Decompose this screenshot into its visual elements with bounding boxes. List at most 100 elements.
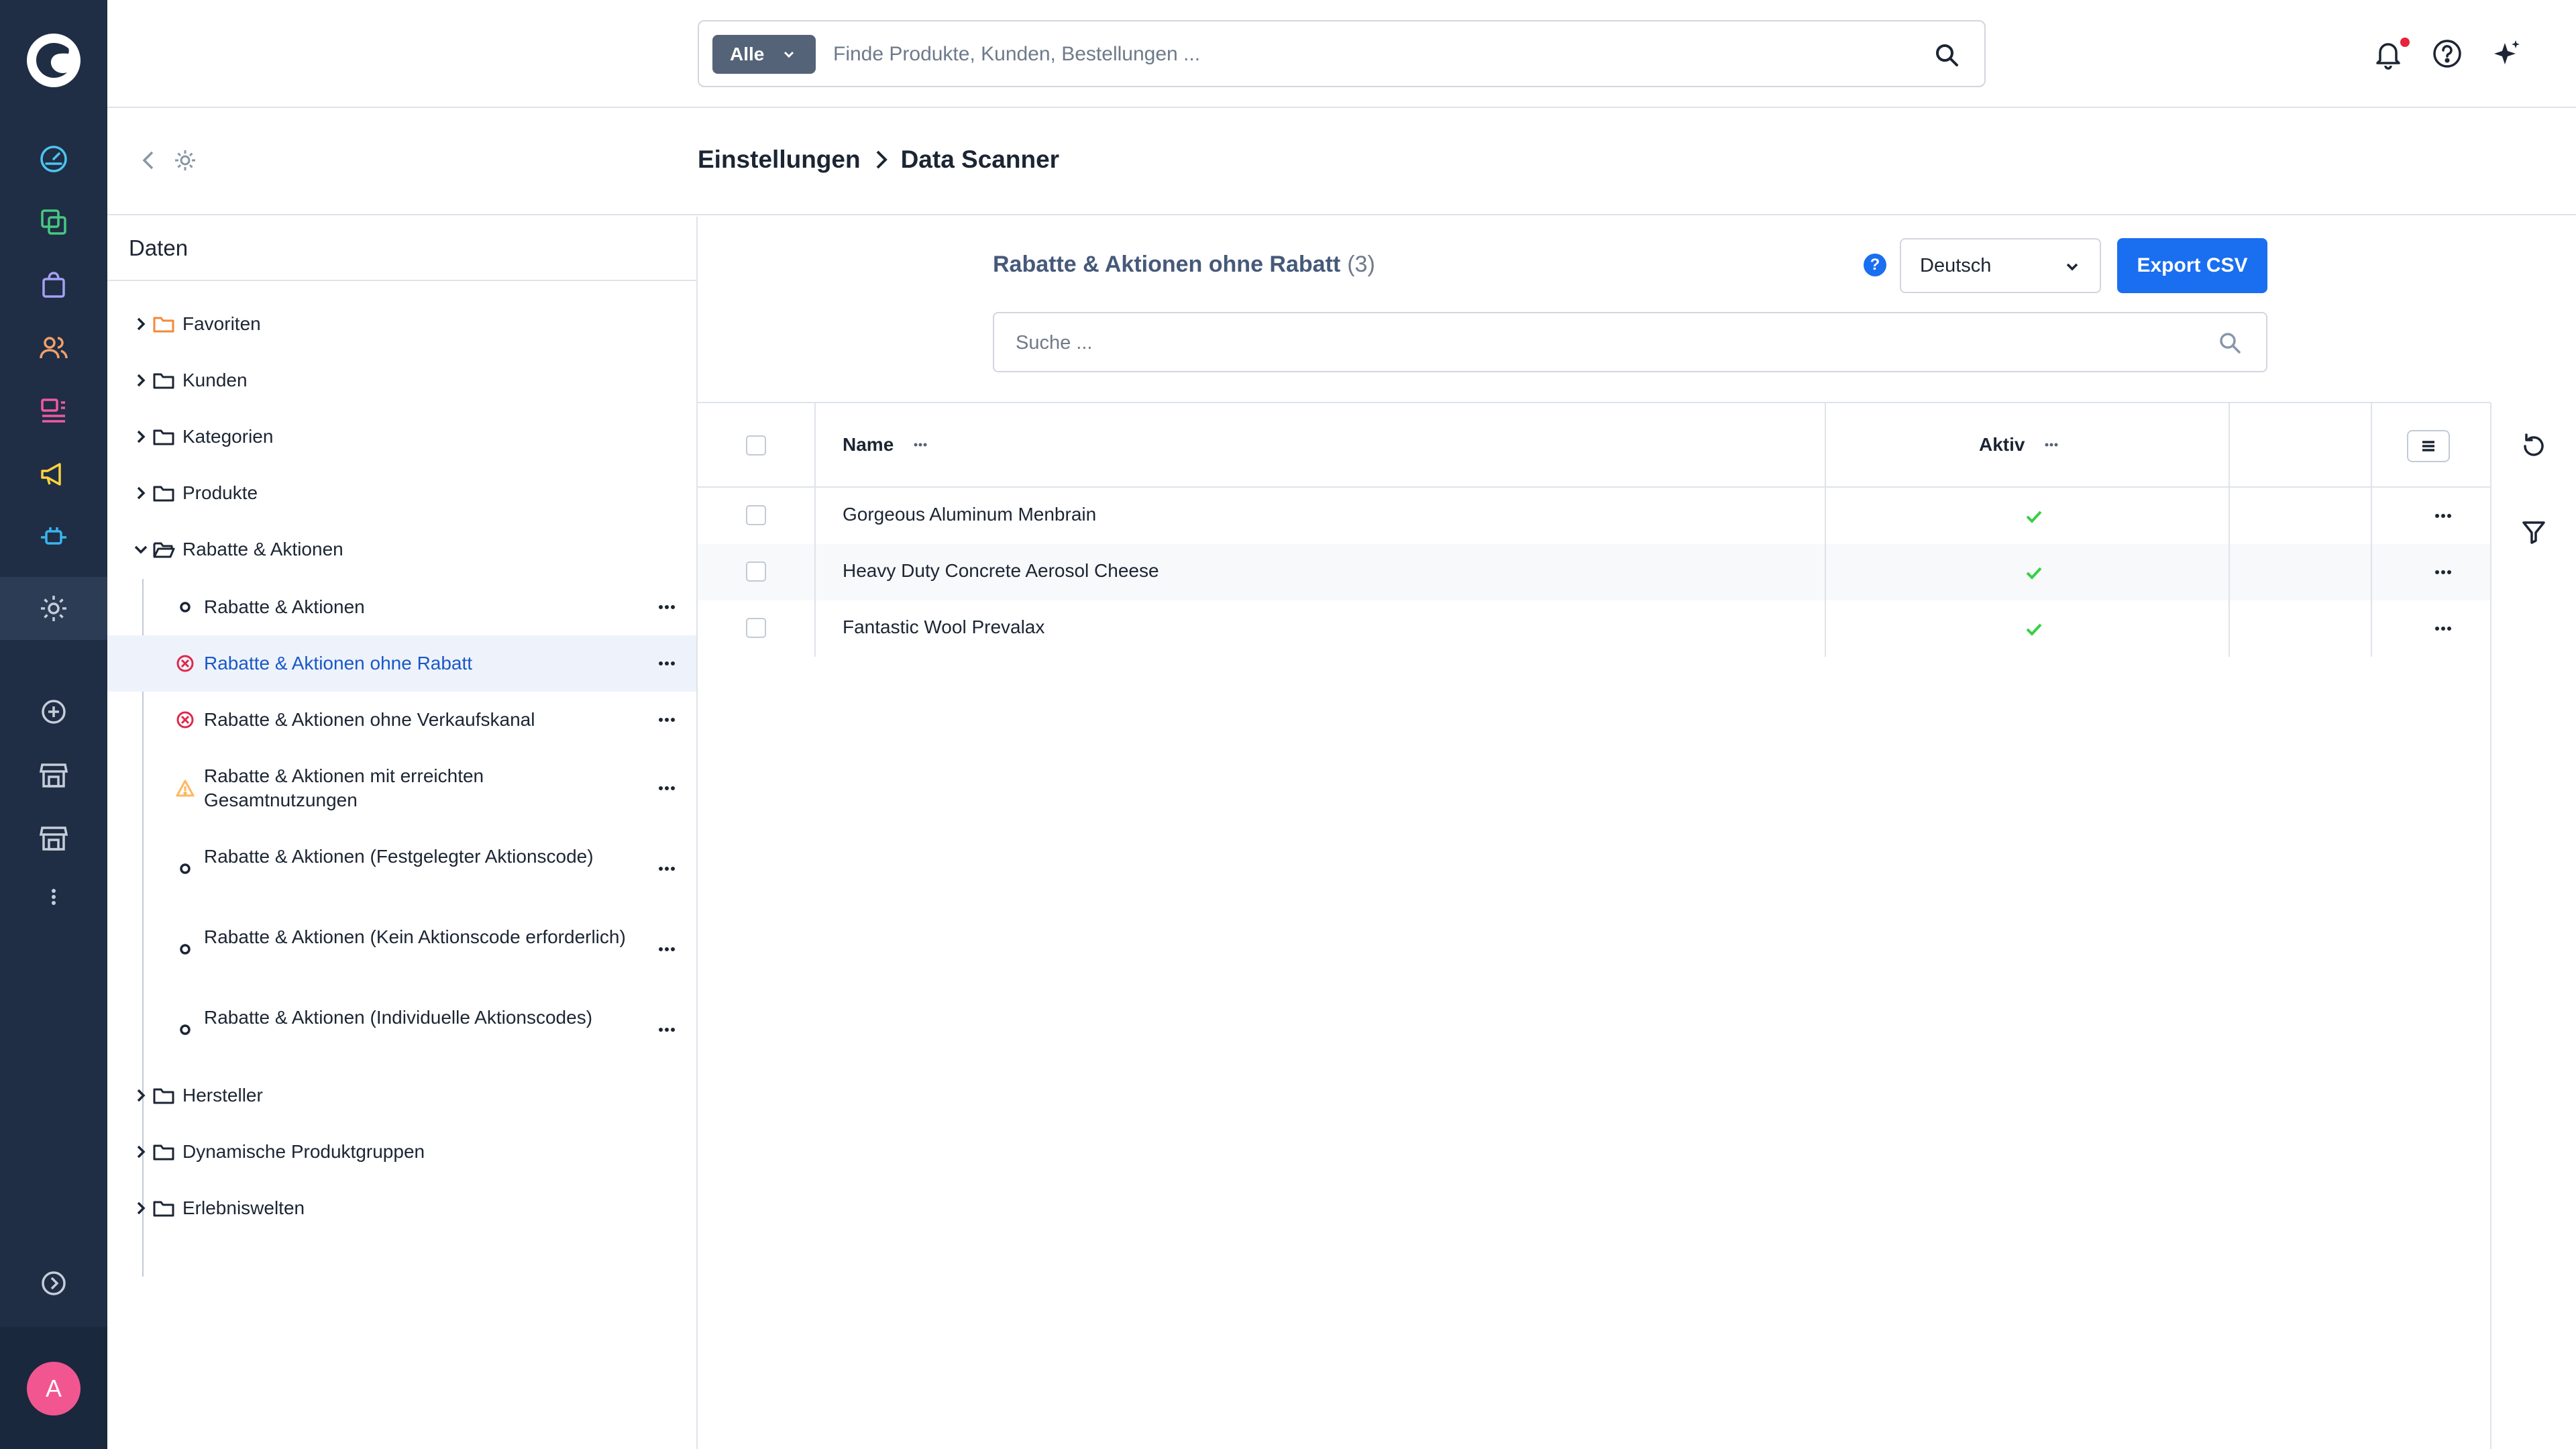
chevron-right-icon[interactable]: [131, 1199, 150, 1218]
table-row[interactable]: Fantastic Wool Prevalax: [698, 600, 2490, 657]
chevron-right-icon[interactable]: [131, 371, 150, 390]
menu-lines-icon: [2422, 441, 2434, 451]
nav-settings[interactable]: [0, 577, 107, 640]
search-icon[interactable]: [2218, 331, 2242, 355]
table-row[interactable]: Gorgeous Aluminum Menbrain: [698, 488, 2490, 544]
tree-item-label: Rabatte & Aktionen (Kein Aktionscode erf…: [204, 926, 626, 947]
nav-sales-channel-storefront[interactable]: [0, 743, 107, 806]
nav-more[interactable]: [0, 865, 107, 928]
tree-folder-label: Rabatte & Aktionen: [182, 539, 343, 559]
tree-item-selected[interactable]: Rabatte & Aktionen ohne Rabatt: [107, 635, 696, 692]
checkmark-icon: [2026, 623, 2042, 636]
chevron-right-icon[interactable]: [131, 1142, 150, 1161]
tree-item[interactable]: Rabatte & Aktionen (Festgelegter Aktions…: [107, 828, 696, 909]
more-horizontal-icon[interactable]: [2041, 434, 2062, 455]
row-checkbox[interactable]: [746, 561, 766, 582]
sparkles-ai-icon[interactable]: [2490, 38, 2522, 70]
folder-icon: [153, 317, 174, 333]
chevron-right-icon[interactable]: [131, 315, 150, 333]
tree-item[interactable]: Rabatte & Aktionen (Kein Aktionscode erf…: [107, 909, 696, 989]
row-checkbox[interactable]: [746, 505, 766, 525]
tree-folder-hersteller[interactable]: Hersteller: [107, 1082, 696, 1109]
chevron-left-icon[interactable]: [134, 146, 164, 175]
tree-folder-favoriten[interactable]: Favoriten: [107, 311, 696, 337]
status-neutral-dot-icon: [180, 863, 191, 874]
more-horizontal-icon[interactable]: [2430, 502, 2457, 529]
more-horizontal-icon[interactable]: [653, 650, 680, 677]
tree-folder-produkte[interactable]: Produkte: [107, 480, 696, 506]
bell-icon[interactable]: [2372, 38, 2404, 70]
more-horizontal-icon[interactable]: [653, 775, 680, 802]
language-select[interactable]: Deutsch: [1900, 238, 2101, 293]
search-icon[interactable]: [1933, 42, 1960, 68]
chevron-down-icon[interactable]: [131, 540, 150, 559]
more-horizontal-icon[interactable]: [653, 706, 680, 733]
tree-item[interactable]: Rabatte & Aktionen mit erreichten Gesamt…: [107, 748, 696, 828]
tree-item[interactable]: Rabatte & Aktionen (Individuelle Aktions…: [107, 989, 696, 1070]
content-search-input[interactable]: [1016, 324, 2196, 362]
table-row[interactable]: Heavy Duty Concrete Aerosol Cheese: [698, 544, 2490, 600]
nav-marketing[interactable]: [0, 443, 107, 506]
cell-name[interactable]: Fantastic Wool Prevalax: [843, 616, 1044, 638]
chevron-right-icon[interactable]: [131, 484, 150, 502]
chevron-right-icon[interactable]: [131, 427, 150, 446]
export-csv-button[interactable]: Export CSV: [2117, 238, 2267, 293]
shopware-logo-icon[interactable]: [25, 32, 82, 89]
gauge-icon: [40, 146, 67, 172]
data-tree-panel: Daten Favoriten Kunden Kategorien Produk…: [107, 217, 698, 1449]
search-type-dropdown[interactable]: Alle: [712, 35, 816, 74]
nav-extensions[interactable]: [0, 506, 107, 569]
top-header: Alle: [107, 0, 2576, 108]
folder-icon: [153, 1144, 174, 1161]
grid-settings-button[interactable]: [2407, 430, 2450, 462]
more-horizontal-icon[interactable]: [910, 434, 931, 455]
column-header-name[interactable]: Name: [843, 434, 931, 455]
tree-folder-label: Kunden: [182, 370, 248, 390]
filter-icon[interactable]: [2518, 517, 2549, 547]
tree-item-label: Rabatte & Aktionen mit erreichten Gesamt…: [204, 765, 484, 810]
column-separator: [814, 403, 816, 489]
cell-name[interactable]: Gorgeous Aluminum Menbrain: [843, 504, 1096, 525]
copy-icon: [41, 209, 66, 235]
row-checkbox[interactable]: [746, 618, 766, 638]
nav-catalogues[interactable]: [0, 191, 107, 254]
folder-icon: [153, 1088, 174, 1104]
more-horizontal-icon[interactable]: [2430, 615, 2457, 642]
nav-add-sales-channel[interactable]: [0, 680, 107, 743]
user-avatar[interactable]: A: [27, 1362, 80, 1415]
breadcrumb-parent[interactable]: Einstellungen: [698, 146, 861, 174]
content-title-text: Rabatte & Aktionen ohne Rabatt: [993, 252, 1341, 277]
nav-dashboard[interactable]: [0, 127, 107, 191]
tree-folder-kunden[interactable]: Kunden: [107, 367, 696, 394]
more-horizontal-icon[interactable]: [653, 855, 680, 882]
more-horizontal-icon[interactable]: [653, 594, 680, 621]
more-horizontal-icon[interactable]: [653, 1016, 680, 1043]
more-horizontal-icon[interactable]: [653, 936, 680, 963]
column-separator: [2371, 403, 2372, 489]
search-type-label: Alle: [730, 44, 765, 64]
more-horizontal-icon[interactable]: [2430, 559, 2457, 586]
tree-item[interactable]: Rabatte & Aktionen: [107, 579, 696, 635]
nav-collapse-toggle[interactable]: [0, 1252, 107, 1315]
refresh-icon[interactable]: [2518, 431, 2549, 462]
global-search-input[interactable]: [833, 35, 1880, 74]
help-info-icon[interactable]: ?: [1864, 254, 1886, 276]
help-icon[interactable]: [2431, 38, 2463, 70]
nav-content[interactable]: [0, 380, 107, 443]
cell-name[interactable]: Heavy Duty Concrete Aerosol Cheese: [843, 560, 1159, 582]
language-select-value: Deutsch: [1920, 254, 1992, 276]
chevron-right-icon[interactable]: [131, 1086, 150, 1105]
tree-item[interactable]: Rabatte & Aktionen ohne Verkaufskanal: [107, 692, 696, 748]
column-header-aktiv[interactable]: Aktiv: [1979, 434, 2062, 455]
nav-sales-channel-headless[interactable]: [0, 806, 107, 869]
tree-folder-rabatte-aktionen[interactable]: Rabatte & Aktionen: [107, 536, 696, 563]
folder-icon: [153, 1201, 174, 1217]
nav-orders[interactable]: [0, 254, 107, 317]
result-count: (3): [1347, 252, 1375, 277]
nav-customers[interactable]: [0, 317, 107, 380]
tree-folder-kategorien[interactable]: Kategorien: [107, 423, 696, 450]
breadcrumb: Einstellungen Data Scanner: [698, 146, 1059, 174]
select-all-checkbox[interactable]: [746, 435, 766, 455]
tree-folder-erlebniswelten[interactable]: Erlebniswelten: [107, 1195, 696, 1222]
tree-folder-dynamische-produktgruppen[interactable]: Dynamische Produktgruppen: [107, 1138, 696, 1165]
